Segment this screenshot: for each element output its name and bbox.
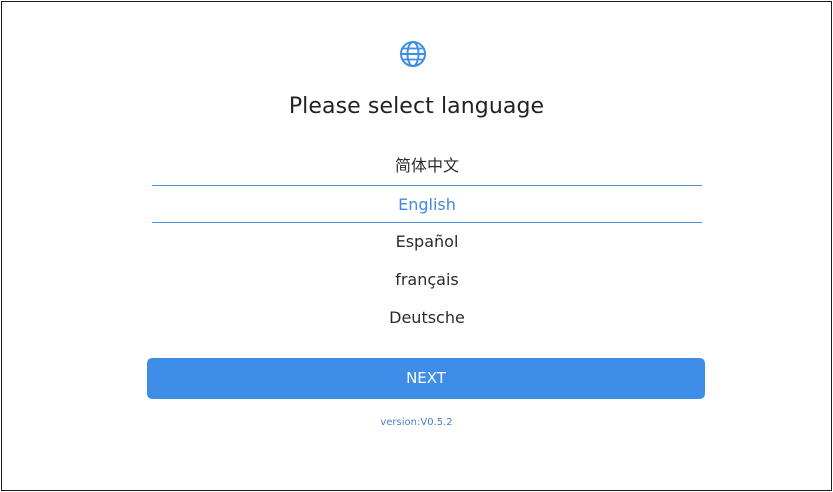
globe-icon	[400, 41, 426, 67]
version-label: version:V0.5.2	[380, 417, 453, 428]
language-option-french[interactable]: français	[152, 261, 702, 299]
language-option-chinese[interactable]: 简体中文	[152, 147, 702, 185]
page-title: Please select language	[288, 94, 545, 119]
language-option-german[interactable]: Deutsche	[152, 299, 702, 337]
language-option-english[interactable]: English	[152, 185, 702, 223]
language-list: 简体中文 English Español français Deutsche	[152, 147, 702, 337]
language-option-spanish[interactable]: Español	[152, 223, 702, 261]
language-selection-screen: Please select language 简体中文 English Espa…	[1, 1, 832, 491]
next-button[interactable]: NEXT	[147, 358, 705, 399]
